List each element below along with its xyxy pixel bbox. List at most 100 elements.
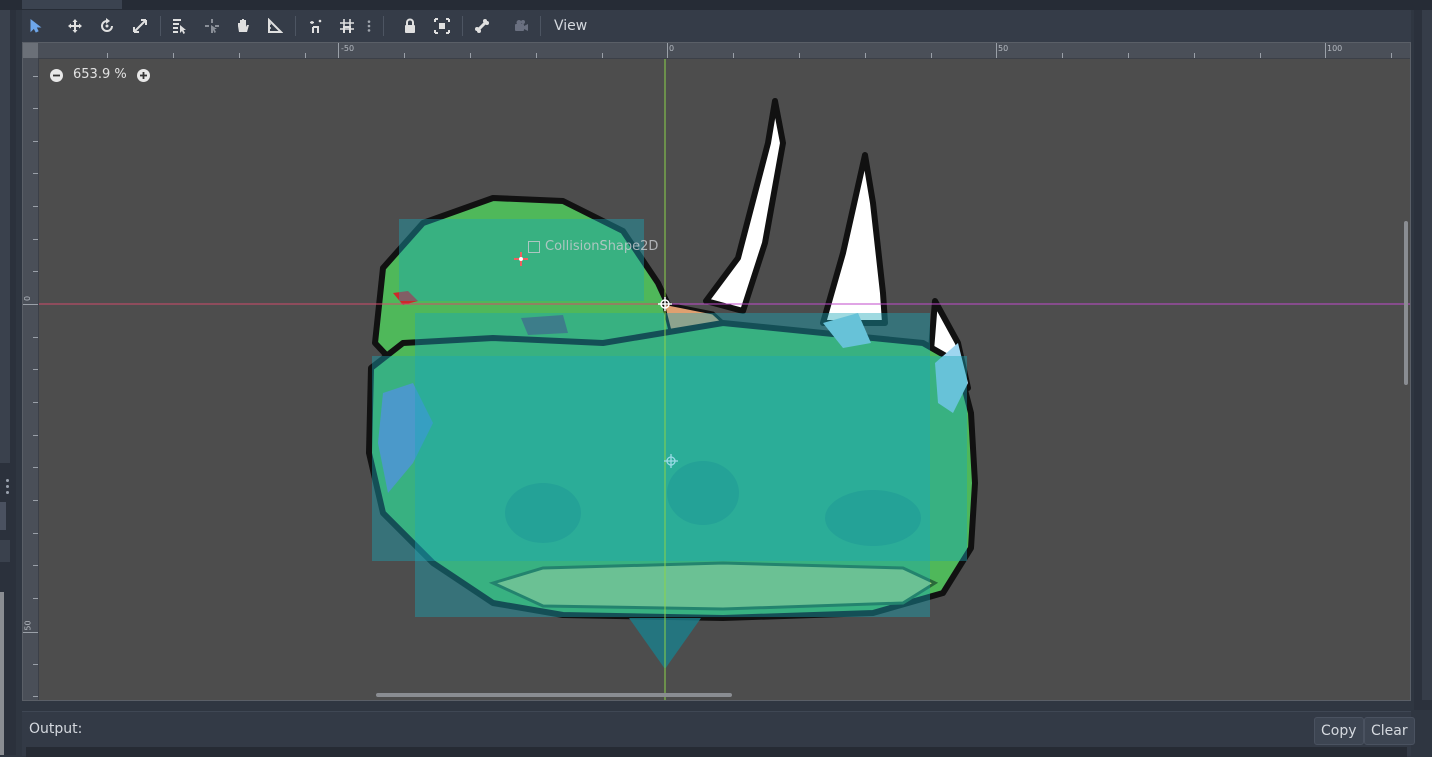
pivot-icon — [205, 19, 219, 33]
left-dock-tab[interactable] — [0, 502, 6, 530]
ruler-label: 50 — [998, 44, 1009, 53]
ruler-label: 100 — [1327, 44, 1343, 53]
ruler-tick — [1260, 53, 1261, 58]
ruler-tick — [33, 337, 38, 338]
toolbar-separator — [462, 16, 463, 36]
bone-icon — [475, 19, 489, 33]
select-tool-button[interactable] — [23, 14, 49, 38]
toolbar-separator — [160, 16, 161, 36]
right-dock-panel — [1422, 10, 1432, 700]
ruler-tick — [173, 53, 174, 58]
grid-snap-button[interactable] — [334, 14, 360, 38]
grid-snap-icon — [340, 19, 354, 33]
left-dock-panel — [0, 540, 10, 562]
ruler-tick — [996, 43, 997, 58]
group-icon — [434, 18, 450, 34]
ruler-tick — [33, 141, 38, 142]
list-select-icon — [173, 19, 186, 34]
ruler-label: -50 — [341, 44, 355, 53]
lock-button[interactable] — [397, 14, 423, 38]
horizontal-scrollbar[interactable] — [376, 693, 732, 697]
ruler-tick — [33, 271, 38, 272]
scale-tool-button[interactable] — [127, 14, 153, 38]
camera-icon — [515, 20, 528, 31]
ruler-tick — [33, 239, 38, 240]
view-menu[interactable]: View — [546, 15, 595, 37]
ruler-tick — [33, 402, 38, 403]
rotate-tool-button[interactable] — [94, 14, 120, 38]
hand-icon — [238, 19, 249, 32]
ruler-tick — [239, 53, 240, 58]
ruler-tick — [404, 53, 405, 58]
clear-button[interactable]: Clear — [1364, 717, 1415, 745]
zoom-in-button[interactable] — [137, 69, 150, 82]
rotate-icon — [101, 18, 113, 32]
ruler-tick — [33, 369, 38, 370]
list-select-tool-button[interactable] — [166, 14, 192, 38]
dock-grip-dot[interactable] — [6, 491, 9, 494]
output-label: Output: — [29, 721, 83, 737]
output-panel: Output: Copy Clear — [22, 711, 1415, 757]
scale-icon — [133, 19, 147, 33]
canvas-toolbar: View — [22, 10, 1411, 42]
kebab-icon — [367, 20, 371, 32]
ruler-tool-button[interactable] — [262, 14, 288, 38]
skeleton-button[interactable] — [469, 14, 495, 38]
plus-icon — [140, 72, 147, 79]
snap-options-button[interactable] — [362, 14, 376, 38]
smart-snap-button[interactable] — [303, 14, 329, 38]
node-name-label: CollisionShape2D — [545, 239, 659, 254]
ruler-tick — [865, 53, 866, 58]
ruler-tick — [33, 533, 38, 534]
ruler-tick — [470, 53, 471, 58]
scene-tab[interactable] — [22, 0, 122, 9]
ruler-tick — [23, 632, 38, 633]
ruler-tick — [33, 565, 38, 566]
snap-icon — [310, 19, 322, 33]
ruler-tick — [107, 53, 108, 58]
dock-grip-dot[interactable] — [6, 479, 9, 482]
dock-grip-dot[interactable] — [6, 485, 9, 488]
ruler-corner — [23, 43, 38, 58]
ruler-tick — [33, 696, 38, 697]
ruler-left[interactable]: 0 50 — [23, 58, 39, 700]
pivot-tool-button[interactable] — [199, 14, 225, 38]
left-dock-panel — [0, 10, 10, 463]
group-button[interactable] — [429, 14, 455, 38]
pan-tool-button[interactable] — [230, 14, 256, 38]
ruler-tick — [33, 664, 38, 665]
ruler-tick — [33, 173, 38, 174]
collision-shape-wide[interactable] — [372, 356, 967, 561]
ruler-tick — [23, 304, 38, 305]
minus-icon — [53, 74, 60, 77]
ruler-tick — [667, 43, 668, 58]
ruler-tick — [602, 53, 603, 58]
zoom-level-label[interactable]: 653.9 % — [73, 67, 127, 82]
ruler-top[interactable]: -50 0 50 100 — [23, 43, 1410, 59]
camera-button[interactable] — [508, 14, 534, 38]
canvas-viewport[interactable]: -50 0 50 100 0 50 653.9 % CollisionShape… — [22, 42, 1411, 701]
output-log[interactable] — [26, 747, 1407, 757]
ruler-tick — [33, 435, 38, 436]
ruler-label: 0 — [23, 295, 33, 302]
toolbar-separator — [383, 16, 384, 36]
ruler-tick — [931, 53, 932, 58]
right-dock-edge — [1414, 10, 1432, 710]
toolbar-separator — [295, 16, 296, 36]
zoom-out-button[interactable] — [50, 69, 63, 82]
move-tool-button[interactable] — [62, 14, 88, 38]
ruler-tick — [1325, 43, 1326, 58]
left-dock-edge — [0, 10, 16, 755]
ruler-label: 0 — [669, 44, 675, 53]
ruler-tick — [536, 53, 537, 58]
ruler-tick — [1128, 53, 1129, 58]
arrow-cursor-icon — [30, 18, 42, 33]
ruler-tick — [1194, 53, 1195, 58]
left-dock-scrollbar[interactable] — [0, 592, 4, 755]
ruler-tick — [1062, 53, 1063, 58]
ruler-tick — [338, 43, 339, 58]
ruler-tick — [33, 108, 38, 109]
copy-button[interactable]: Copy — [1314, 717, 1364, 745]
ruler-tick — [33, 598, 38, 599]
vertical-scrollbar[interactable] — [1404, 221, 1408, 385]
